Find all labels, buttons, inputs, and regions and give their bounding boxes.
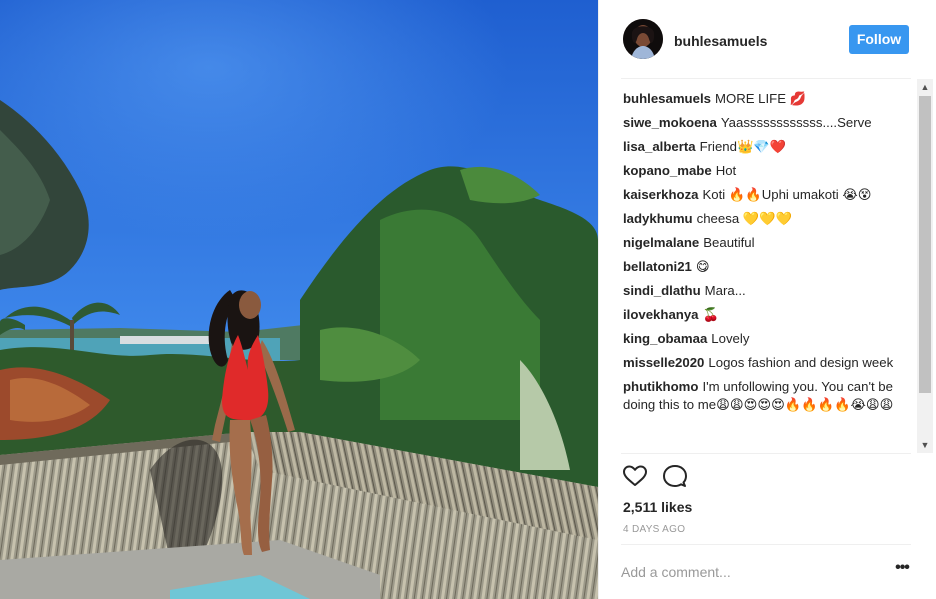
comment-username[interactable]: ilovekhanya	[623, 307, 699, 322]
post-side-panel: buhlesamuels Follow buhlesamuels MORE LIF…	[598, 0, 936, 599]
comment-username[interactable]: kaiserkhoza	[623, 187, 699, 202]
comment-text: Mara...	[704, 283, 746, 298]
post-photo-scene	[0, 0, 598, 599]
comment-text: Beautiful	[703, 235, 755, 250]
scroll-down-arrow-icon[interactable]: ▼	[917, 437, 933, 453]
comment-text: MORE LIFE 💋	[714, 91, 807, 106]
comment-text: Hot	[715, 163, 737, 178]
comment-username[interactable]: buhlesamuels	[623, 91, 711, 106]
comment-username[interactable]: sindi_dlathu	[623, 283, 701, 298]
scroll-up-arrow-icon[interactable]: ▲	[917, 79, 933, 95]
comment-text: 😋	[695, 259, 710, 274]
comment-text: cheesa 💛💛💛	[696, 211, 793, 226]
comment-item: kopano_mabe Hot	[623, 162, 915, 180]
comment-item: bellatoni21 😋	[623, 258, 915, 276]
comment-username[interactable]: ladykhumu	[623, 211, 693, 226]
comment-username[interactable]: lisa_alberta	[623, 139, 696, 154]
comment-text: Logos fashion and design week	[708, 355, 894, 370]
likes-count[interactable]: 2,511 likes	[623, 499, 692, 515]
comment-item: kaiserkhoza Koti 🔥🔥Uphi umakoti 😭😵	[623, 186, 915, 204]
comment-username[interactable]: misselle2020	[623, 355, 704, 370]
more-options-button[interactable]: •••	[893, 560, 911, 579]
comment-text: Lovely	[711, 331, 750, 346]
avatar[interactable]	[623, 19, 663, 59]
header-divider	[621, 78, 911, 79]
comment-text: Yaassssssssssss....Serve	[720, 115, 872, 130]
comment-item: king_obamaa Lovely	[623, 330, 915, 348]
comment-item: ladykhumu cheesa 💛💛💛	[623, 210, 915, 228]
comment-item: nigelmalane Beautiful	[623, 234, 915, 252]
comment-username[interactable]: king_obamaa	[623, 331, 707, 346]
follow-button[interactable]: Follow	[849, 25, 909, 54]
comment-username[interactable]: kopano_mabe	[623, 163, 712, 178]
comment-item: phutikhomo I'm unfollowing you. You can't…	[623, 378, 915, 414]
add-comment-divider	[621, 544, 911, 545]
comment-username[interactable]: bellatoni21	[623, 259, 692, 274]
comment-username[interactable]: phutikhomo	[623, 379, 698, 394]
comments-list[interactable]: buhlesamuels MORE LIFE 💋 siwe_mokoena Yaas…	[623, 90, 915, 452]
comment-item: siwe_mokoena Yaassssssssssss....Serve	[623, 114, 915, 132]
comment-item: sindi_dlathu Mara...	[623, 282, 915, 300]
avatar-image	[623, 19, 663, 59]
comment-item: ilovekhanya 🍒	[623, 306, 915, 324]
like-button[interactable]	[621, 462, 649, 490]
scrollbar-thumb[interactable]	[919, 96, 931, 393]
comment-text: Koti 🔥🔥Uphi umakoti 😭😵	[702, 187, 872, 202]
post-header: buhlesamuels Follow	[599, 0, 936, 79]
comment-text: Friend👑💎❤️	[699, 139, 787, 154]
comment-item: lisa_alberta Friend👑💎❤️	[623, 138, 915, 156]
comment-username[interactable]: nigelmalane	[623, 235, 699, 250]
comment-item: misselle2020 Logos fashion and design wee…	[623, 354, 915, 372]
comment-text: 🍒	[702, 307, 719, 322]
post-photo[interactable]	[0, 0, 598, 599]
comment-item: buhlesamuels MORE LIFE 💋	[623, 90, 915, 108]
actions-divider	[621, 453, 911, 454]
comments-scrollbar[interactable]: ▲ ▼	[917, 79, 933, 453]
post-timestamp[interactable]: 4 DAYS AGO	[623, 524, 685, 535]
username-link[interactable]: buhlesamuels	[674, 33, 767, 49]
comment-icon	[663, 465, 687, 487]
add-comment-input[interactable]	[621, 561, 876, 583]
comment-username[interactable]: siwe_mokoena	[623, 115, 717, 130]
heart-icon	[623, 465, 647, 486]
comment-button[interactable]	[661, 462, 689, 490]
